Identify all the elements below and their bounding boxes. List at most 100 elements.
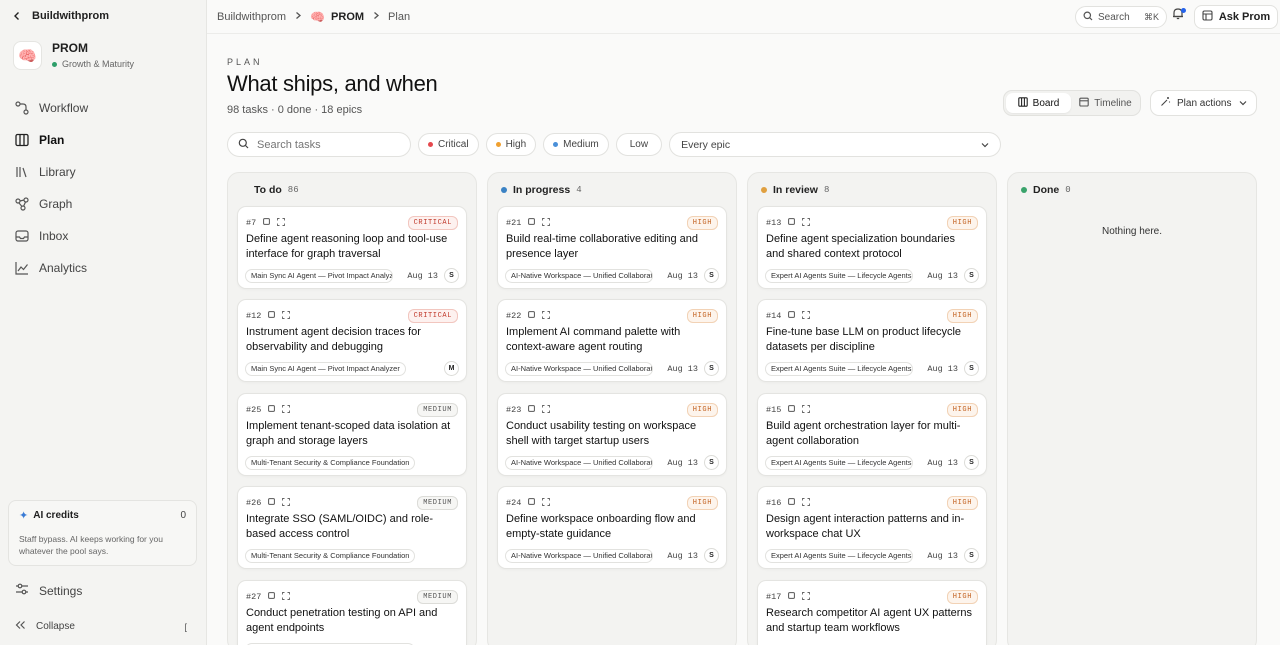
due-date: Aug 13 [667,363,698,374]
expand-icon[interactable] [282,497,291,509]
epic-tag[interactable]: Multi-Tenant Security & Compliance Found… [245,548,416,563]
sparkle-icon: ✦ [19,510,29,522]
task-card[interactable]: #12 CRITICAL Instrument agent decision tra… [237,299,467,382]
expand-icon[interactable] [282,591,291,603]
expand-icon[interactable] [282,404,291,416]
task-card[interactable]: #13 HIGH Define agent specialization bound… [757,206,987,289]
task-card[interactable]: #26 MEDIUM Integrate SSO (SAML/OIDC) and r… [237,486,467,569]
task-card[interactable]: #16 HIGH Design agent interaction patterns… [757,486,987,569]
epic-tag[interactable]: Expert AI Agents Suite — Lifecycle Agent… [765,361,913,376]
assignee-avatar[interactable]: S [704,268,719,283]
sidebar-item-plan[interactable]: Plan [15,124,195,156]
epic-tag[interactable]: Expert AI Agents Suite — Lifecycle Agent… [765,455,913,470]
global-search-button[interactable]: Search ⌘K [1075,6,1167,28]
assignee-avatar[interactable]: S [704,361,719,376]
workspace-switcher[interactable]: 🧠 PROM Growth & Maturity [13,41,134,70]
collapse-button[interactable]: Collapse [ [15,620,187,633]
ask-prom-button[interactable]: Ask Prom [1194,5,1278,29]
sidebar-item-library[interactable]: Library [15,156,195,188]
sidebar-item-inbox[interactable]: Inbox [15,220,195,252]
task-card[interactable]: #27 MEDIUM Conduct penetration testing on … [237,580,467,645]
breadcrumb-item-project[interactable]: 🧠 PROM [310,10,364,24]
back-link[interactable]: Buildwithprom [12,9,109,23]
assignee-avatar[interactable]: S [704,548,719,563]
expand-icon[interactable] [802,404,811,416]
task-title: Build agent orchestration layer for mult… [766,420,961,447]
task-search-input[interactable] [257,138,387,151]
filter-chip-medium[interactable]: Medium [543,133,609,156]
status-dot [761,187,767,193]
assignee-avatar[interactable]: M [444,361,459,376]
task-card[interactable]: #7 CRITICAL Define agent reasoning loop an… [237,206,467,289]
expand-icon[interactable] [542,217,551,229]
expand-icon[interactable] [802,310,811,322]
breadcrumb: Buildwithprom 🧠 PROM Plan [217,10,410,24]
epic-filter-select[interactable]: Every epic [669,132,1002,157]
task-card[interactable]: #17 HIGH Research competitor AI agent UX p… [757,580,987,645]
expand-icon[interactable] [282,310,291,322]
square-icon [268,498,276,508]
assignee-avatar[interactable]: S [964,361,979,376]
expand-icon[interactable] [277,217,286,229]
task-search-field[interactable] [227,132,411,157]
epic-tag[interactable]: Expert AI Agents Suite — Lifecycle Agent… [765,268,913,283]
expand-icon[interactable] [542,404,551,416]
timeline-icon [1079,97,1090,110]
task-card[interactable]: #24 HIGH Define workspace onboarding flow … [497,486,727,569]
sidebar-item-workflow[interactable]: Workflow [15,92,195,124]
epic-tag[interactable]: Expert AI Agents Suite — Lifecycle Agent… [765,548,913,563]
epic-tag[interactable]: AI-Native Workspace — Unified Collaborat… [505,455,653,470]
task-id: #12 [246,311,262,321]
filter-chip-low[interactable]: Low [615,133,663,156]
sidebar-item-settings[interactable]: Settings [15,582,82,599]
sidebar-nav: Workflow Plan Library Graph Inbox Analyt… [15,92,195,284]
collapse-shortcut: [ [184,621,187,632]
plan-actions-dropdown[interactable]: Plan actions [1150,90,1257,116]
assignee-avatar[interactable]: S [704,455,719,470]
expand-icon[interactable] [802,591,811,603]
epic-tag[interactable]: Main Sync AI Agent — Pivot Impact Analyz… [245,268,393,283]
filter-chip-critical[interactable]: Critical [418,133,479,156]
task-card-footer: AI-Native Workspace — Unified Collaborat… [505,548,719,563]
filter-chip-high[interactable]: High [485,133,537,156]
sidebar-item-graph[interactable]: Graph [15,188,195,220]
task-card[interactable]: #14 HIGH Fine-tune base LLM on product lif… [757,299,987,382]
epic-tag[interactable]: AI-Native Workspace — Unified Collaborat… [505,548,653,563]
view-timeline-button[interactable]: Timeline [1073,93,1138,113]
view-board-button[interactable]: Board [1006,93,1071,113]
priority-badge: HIGH [686,309,718,323]
search-icon [1083,11,1093,24]
filter-chip-label: Critical [438,139,469,150]
plan-actions-label: Plan actions [1177,97,1232,109]
task-title: Instrument agent decision traces for obs… [246,326,421,353]
assignee-avatar[interactable]: S [964,548,979,563]
task-card[interactable]: #23 HIGH Conduct usability testing on work… [497,393,727,476]
sidebar-item-analytics[interactable]: Analytics [15,252,195,284]
task-card[interactable]: #15 HIGH Build agent orchestration layer f… [757,393,987,476]
assignee-avatar[interactable]: S [964,268,979,283]
task-card[interactable]: #25 MEDIUM Implement tenant-scoped data is… [237,393,467,476]
assignee-avatar[interactable]: S [964,455,979,470]
priority-badge: HIGH [686,403,718,417]
epic-tag[interactable]: Main Sync AI Agent — Pivot Impact Analyz… [245,361,406,376]
breadcrumb-item-org[interactable]: Buildwithprom [217,11,286,23]
epic-tag[interactable]: AI-Native Workspace — Unified Collaborat… [505,268,653,283]
task-card-footer: Multi-Tenant Security & Compliance Found… [245,548,459,563]
assignee-avatar[interactable]: S [444,268,459,283]
task-card[interactable]: #22 HIGH Implement AI command palette with… [497,299,727,382]
expand-icon[interactable] [802,217,811,229]
expand-icon[interactable] [542,310,551,322]
task-card[interactable]: #21 HIGH Build real-time collaborative edi… [497,206,727,289]
filter-bar: Critical High Medium Low Every epic [227,132,1002,157]
wand-icon [1160,96,1171,110]
task-card-header: #17 HIGH [766,590,978,604]
expand-icon[interactable] [802,497,811,509]
notifications-button[interactable] [1170,8,1186,24]
expand-icon[interactable] [542,497,551,509]
task-card-footer: Expert AI Agents Suite — Lifecycle Agent… [765,268,979,283]
task-title: Define agent specialization boundaries a… [766,233,955,260]
epic-tag[interactable]: AI-Native Workspace — Unified Collaborat… [505,361,653,376]
chevron-right-icon [294,11,302,23]
epic-tag[interactable]: Multi-Tenant Security & Compliance Found… [245,455,416,470]
square-icon [268,311,276,321]
